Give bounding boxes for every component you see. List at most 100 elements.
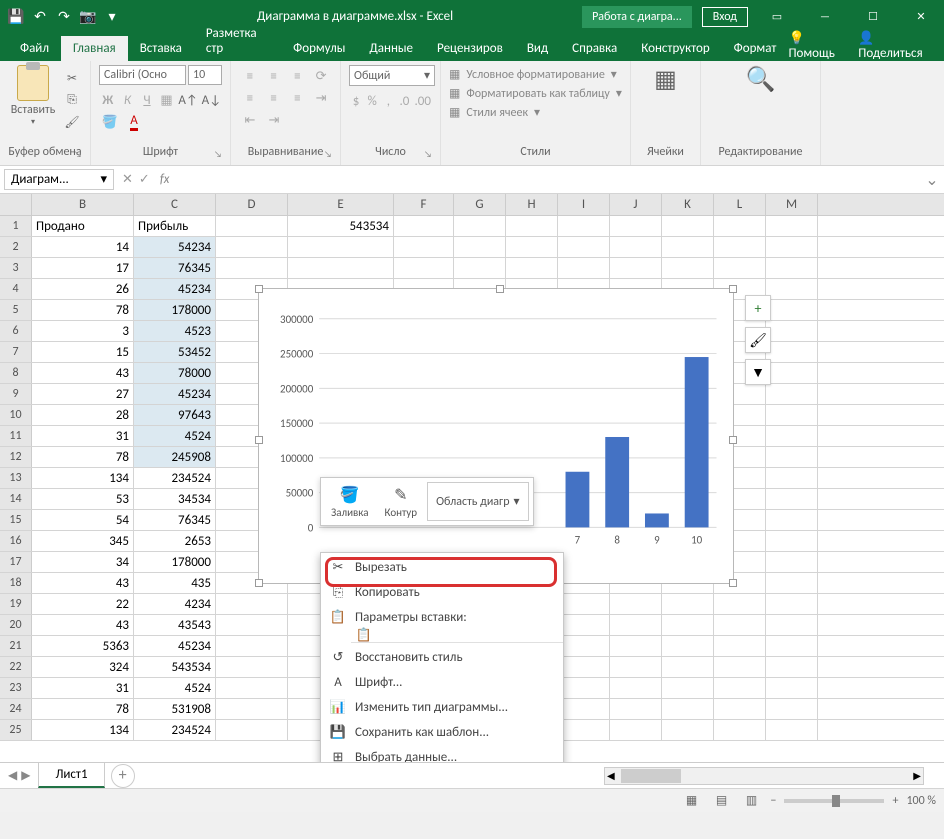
tab-формат[interactable]: Формат bbox=[722, 36, 789, 61]
row-header[interactable]: 21 bbox=[0, 636, 32, 656]
row-header[interactable]: 19 bbox=[0, 594, 32, 614]
tab-вид[interactable]: Вид bbox=[515, 36, 560, 61]
cell-styles-button[interactable]: ▦ Стили ячеек ▾ bbox=[449, 103, 622, 122]
cell[interactable] bbox=[454, 258, 506, 278]
cell[interactable] bbox=[394, 237, 454, 257]
help-button[interactable]: 💡 Помощь bbox=[788, 31, 846, 61]
page-layout-icon[interactable]: ▤ bbox=[710, 791, 732, 811]
cell[interactable] bbox=[662, 258, 714, 278]
cell[interactable] bbox=[766, 531, 818, 551]
undo-icon[interactable]: ↶ bbox=[32, 9, 48, 25]
cell[interactable] bbox=[216, 216, 288, 236]
share-button[interactable]: 👤 Поделиться bbox=[858, 31, 932, 61]
conditional-format-button[interactable]: ▦ Условное форматирование ▾ bbox=[449, 65, 622, 84]
cell[interactable]: 134 bbox=[32, 468, 134, 488]
cell[interactable] bbox=[610, 678, 662, 698]
row-header[interactable]: 24 bbox=[0, 699, 32, 719]
horizontal-scrollbar[interactable]: ◀ ▶ bbox=[604, 767, 924, 785]
cell[interactable]: 178000 bbox=[134, 552, 216, 572]
cells-icon[interactable]: ▦ bbox=[654, 65, 677, 94]
fill-color-button[interactable]: 🪣 bbox=[99, 111, 121, 133]
cell[interactable]: 14 bbox=[32, 237, 134, 257]
cell[interactable]: 17 bbox=[32, 258, 134, 278]
font-launcher[interactable]: ↘ bbox=[214, 149, 226, 161]
cell[interactable] bbox=[610, 699, 662, 719]
cut-icon[interactable]: ✂ bbox=[62, 69, 82, 87]
cell[interactable] bbox=[766, 678, 818, 698]
cell[interactable] bbox=[766, 510, 818, 530]
cell[interactable]: 43 bbox=[32, 573, 134, 593]
cell[interactable]: 531908 bbox=[134, 699, 216, 719]
cell[interactable] bbox=[610, 594, 662, 614]
worksheet-grid[interactable]: BCDEFGHIJKLM 1ПроданоПрибыль543534214542… bbox=[0, 194, 944, 762]
cell[interactable]: 4524 bbox=[134, 678, 216, 698]
cell[interactable] bbox=[766, 405, 818, 425]
cell[interactable]: 435 bbox=[134, 573, 216, 593]
cell[interactable]: 3 bbox=[32, 321, 134, 341]
cell[interactable]: 324 bbox=[32, 657, 134, 677]
bold-button[interactable]: Ж bbox=[99, 89, 117, 111]
cell[interactable] bbox=[558, 615, 610, 635]
tab-главная[interactable]: Главная bbox=[61, 36, 128, 61]
cell[interactable]: 45234 bbox=[134, 384, 216, 404]
cell[interactable]: 4524 bbox=[134, 426, 216, 446]
cell[interactable] bbox=[558, 720, 610, 740]
cell[interactable] bbox=[394, 258, 454, 278]
cell[interactable] bbox=[766, 489, 818, 509]
ctx-copy[interactable]: ⎘Копировать bbox=[321, 580, 563, 605]
cell[interactable]: 34534 bbox=[134, 489, 216, 509]
editing-icon[interactable]: 🔍 bbox=[746, 65, 776, 94]
cell[interactable] bbox=[394, 216, 454, 236]
col-header-B[interactable]: B bbox=[32, 194, 134, 215]
cell[interactable]: 53 bbox=[32, 489, 134, 509]
sheet-tab-1[interactable]: Лист1 bbox=[38, 763, 104, 788]
font-color-button[interactable]: A bbox=[123, 111, 145, 133]
camera-icon[interactable]: 📷 bbox=[80, 9, 96, 25]
row-header[interactable]: 12 bbox=[0, 447, 32, 467]
cell[interactable] bbox=[766, 552, 818, 572]
cell[interactable] bbox=[662, 699, 714, 719]
col-header-K[interactable]: K bbox=[662, 194, 714, 215]
cell[interactable] bbox=[288, 237, 394, 257]
cell[interactable] bbox=[216, 594, 288, 614]
row-header[interactable]: 8 bbox=[0, 363, 32, 383]
cell[interactable]: 78 bbox=[32, 300, 134, 320]
ctx-paste-option-1[interactable]: 📋 bbox=[321, 630, 563, 640]
cell[interactable] bbox=[662, 636, 714, 656]
save-icon[interactable]: 💾 bbox=[8, 9, 24, 25]
cell[interactable]: 43 bbox=[32, 615, 134, 635]
normal-view-icon[interactable]: ▦ bbox=[680, 791, 702, 811]
cell[interactable]: 543534 bbox=[134, 657, 216, 677]
cell[interactable] bbox=[766, 468, 818, 488]
fx-icon[interactable]: fx bbox=[156, 172, 174, 187]
tab-вставка[interactable]: Вставка bbox=[128, 36, 194, 61]
cancel-formula-icon[interactable]: ✕ bbox=[122, 172, 133, 187]
row-header[interactable]: 23 bbox=[0, 678, 32, 698]
cell[interactable] bbox=[766, 447, 818, 467]
cell[interactable] bbox=[766, 657, 818, 677]
cell[interactable] bbox=[558, 678, 610, 698]
ctx-cut[interactable]: ✂Вырезать bbox=[321, 555, 563, 580]
cell[interactable]: 31 bbox=[32, 678, 134, 698]
chart-object[interactable]: 0500001000001500002000002500003000007891… bbox=[258, 288, 734, 584]
sheet-next-icon[interactable]: ▶ bbox=[21, 768, 30, 783]
cell[interactable] bbox=[454, 237, 506, 257]
cell[interactable] bbox=[216, 237, 288, 257]
cell[interactable] bbox=[714, 216, 766, 236]
close-button[interactable]: ✕ bbox=[898, 0, 944, 33]
cell[interactable]: 5363 bbox=[32, 636, 134, 656]
cell[interactable]: 76345 bbox=[134, 510, 216, 530]
cell[interactable] bbox=[610, 720, 662, 740]
cell[interactable] bbox=[216, 720, 288, 740]
chart-styles-button[interactable]: 🖌 bbox=[745, 327, 771, 353]
cell[interactable] bbox=[766, 258, 818, 278]
cell[interactable] bbox=[610, 237, 662, 257]
cell[interactable]: 345 bbox=[32, 531, 134, 551]
cell[interactable] bbox=[558, 657, 610, 677]
ctx-select-data[interactable]: ⊞Выбрать данные... bbox=[321, 745, 563, 762]
row-header[interactable]: 18 bbox=[0, 573, 32, 593]
row-header[interactable]: 13 bbox=[0, 468, 32, 488]
font-size-select[interactable]: 10 bbox=[188, 65, 222, 85]
tab-справка[interactable]: Справка bbox=[560, 36, 629, 61]
name-box[interactable]: Диаграм...▾ bbox=[4, 169, 114, 190]
